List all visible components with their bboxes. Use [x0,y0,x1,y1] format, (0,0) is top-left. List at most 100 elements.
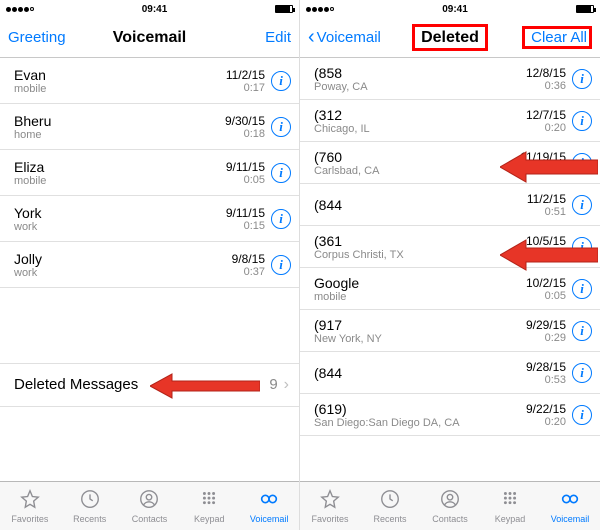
tab-keypad[interactable]: Keypad [179,482,239,530]
deleted-messages-label: Deleted Messages [14,376,138,393]
voicemail-screen: 09:41 Greeting Voicemail Edit Evanmobile… [0,0,300,530]
tab-recents[interactable]: Recents [60,482,120,530]
chevron-left-icon: ‹ [308,27,315,47]
tab-label: Favorites [11,514,48,524]
voicemail-row[interactable]: (84411/2/150:51i [300,184,600,226]
info-icon[interactable]: i [572,321,592,341]
tab-contacts[interactable]: Contacts [420,482,480,530]
tab-favorites[interactable]: Favorites [300,482,360,530]
voicemail-row[interactable]: (8449/28/150:53i [300,352,600,394]
call-date: 9/11/15 [226,160,265,174]
tab-label: Favorites [311,514,348,524]
caller-sub: mobile [314,291,526,303]
info-icon[interactable]: i [271,209,291,229]
caller-name: (844 [314,365,526,381]
voicemail-row[interactable]: Bheruhome9/30/150:18i [0,104,299,150]
voicemail-row[interactable]: Yorkwork9/11/150:15i [0,196,299,242]
caller-name: (858 [314,65,526,81]
voicemail-row[interactable]: Jollywork9/8/150:37i [0,242,299,288]
info-icon[interactable]: i [572,111,592,131]
caller-name: Evan [14,67,226,83]
edit-button[interactable]: Edit [221,29,291,46]
info-icon[interactable]: i [572,195,592,215]
info-icon[interactable]: i [572,405,592,425]
caller-sub: Carlsbad, CA [314,165,520,177]
info-icon[interactable]: i [271,117,291,137]
info-icon[interactable]: i [572,363,592,383]
voicemail-row[interactable]: (917New York, NY9/29/150:29i [300,310,600,352]
caller-name: (844 [314,197,527,213]
info-icon[interactable]: i [572,69,592,89]
keypad-icon [198,488,220,512]
caller-sub: Corpus Christi, TX [314,249,526,261]
info-icon[interactable]: i [572,237,592,257]
nav-bar: ‹Voicemail Deleted Clear All [300,18,600,58]
voicemail-row[interactable]: (760Carlsbad, CA11/19/150:19i [300,142,600,184]
call-duration: 0:15 [244,220,265,232]
annotation-arrow [150,372,260,400]
favorites-icon [319,488,341,512]
tab-keypad[interactable]: Keypad [480,482,540,530]
voicemail-icon [559,488,581,512]
caller-name: Eliza [14,159,226,175]
voicemail-row[interactable]: Elizamobile9/11/150:05i [0,150,299,196]
caller-name: Google [314,275,526,291]
voicemail-row[interactable]: (312Chicago, IL12/7/150:20i [300,100,600,142]
call-duration: 0:05 [244,174,265,186]
greeting-button[interactable]: Greeting [8,29,78,46]
call-date: 11/19/15 [520,150,566,164]
call-date: 10/2/15 [526,276,566,290]
voicemail-row[interactable]: (619)San Diego:San Diego DA, CA9/22/150:… [300,394,600,436]
tab-contacts[interactable]: Contacts [120,482,180,530]
status-bar: 09:41 [0,0,299,18]
call-duration: 0:36 [545,80,566,92]
call-duration: 0:18 [244,128,265,140]
call-duration: 0:05 [545,290,566,302]
call-date: 9/11/15 [226,206,265,220]
tab-voicemail[interactable]: Voicemail [239,482,299,530]
deleted-list: (858Poway, CA12/8/150:36i(312Chicago, IL… [300,58,600,481]
call-date: 11/2/15 [226,68,265,82]
call-duration: 0:17 [244,82,265,94]
call-date: 10/5/15 [526,234,566,248]
tab-bar: Favorites Recents Contacts Keypad Voicemail [300,481,600,530]
tab-recents[interactable]: Recents [360,482,420,530]
info-icon[interactable]: i [271,71,291,91]
tab-favorites[interactable]: Favorites [0,482,60,530]
caller-sub: New York, NY [314,333,526,345]
caller-sub: mobile [14,83,226,95]
contacts-icon [138,488,160,512]
call-date: 9/22/15 [526,402,566,416]
tab-label: Recents [73,514,106,524]
voicemail-row[interactable]: Googlemobile10/2/150:05 i [300,268,600,310]
caller-name: (619) [314,401,526,417]
status-bar: 09:41 [300,0,600,18]
tab-bar: Favorites Recents ContactsKeypadVoicemail [0,481,299,530]
info-icon[interactable]: i [572,279,592,299]
call-duration: 0:20 [545,416,566,428]
call-duration: 0:29 [545,332,566,344]
recents-icon [379,488,401,512]
call-date: 11/2/15 [527,192,566,206]
voicemail-row[interactable]: Evanmobile11/2/150:17 i [0,58,299,104]
voicemail-icon [258,488,280,512]
call-date: 9/29/15 [526,318,566,332]
deleted-messages-row[interactable]: Deleted Messages 9 › [0,363,299,407]
tab-label: Contacts [432,514,468,524]
voicemail-list: Evanmobile11/2/150:17iBheruhome9/30/150:… [0,58,299,363]
call-duration: 0:37 [244,266,265,278]
voicemail-row[interactable]: (858Poway, CA12/8/150:36i [300,58,600,100]
tab-voicemail[interactable]: Voicemail [540,482,600,530]
deleted-messages-count: 9 [269,376,277,393]
info-icon[interactable]: i [271,163,291,183]
status-time: 09:41 [442,4,468,15]
tab-label: Voicemail [551,514,590,524]
call-date: 12/7/15 [526,108,566,122]
back-button[interactable]: ‹Voicemail [308,28,381,48]
info-icon[interactable]: i [271,255,291,275]
call-date: 9/28/15 [526,360,566,374]
info-icon[interactable]: i [572,153,592,173]
clear-all-button[interactable]: Clear All [522,26,592,49]
caller-name: (312 [314,107,526,123]
voicemail-row[interactable]: (361Corpus Christi, TX10/5/150:47i [300,226,600,268]
